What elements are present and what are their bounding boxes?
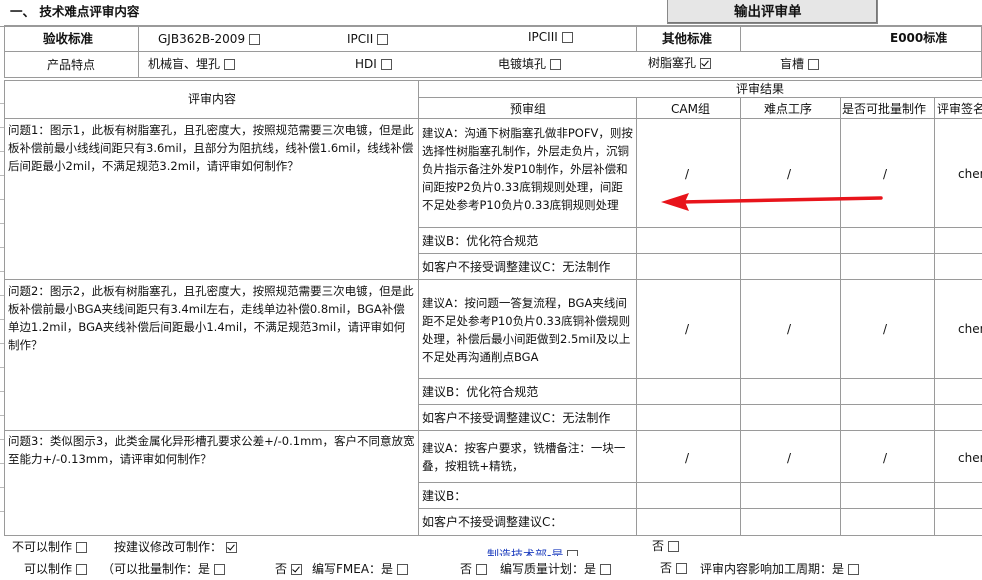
col-header-cam: CAM组 — [671, 102, 710, 116]
batch-note[interactable]: （可以批量制作：是 — [102, 562, 226, 576]
col-header-process: 难点工序 — [764, 102, 813, 116]
resin-plug-checkbox[interactable] — [700, 58, 712, 69]
gjb362b-checkbox[interactable] — [249, 34, 261, 45]
other-standard-label: 其他标准 — [662, 31, 713, 46]
q2-cam-value: / — [685, 322, 690, 336]
question-3: 问题3：类似图示3，此类金属化异形槽孔要求公差+/-0.1mm，客户不同意放宽至… — [8, 434, 415, 466]
blind-slot-checkbox[interactable] — [808, 59, 820, 70]
dept-checkbox[interactable] — [567, 550, 579, 556]
q1-process-value: / — [787, 167, 792, 181]
feature-blind-slot[interactable]: 盲槽 — [780, 57, 820, 71]
acceptance-label: 验收标准 — [43, 31, 94, 46]
standard-ipciii[interactable]: IPCIII — [528, 30, 573, 44]
question-1: 问题1：图示1，此板有树脂塞孔，且孔密度大，按照规范需要三次电镀，但是此板补偿前… — [8, 123, 414, 173]
q2-suggestion-b: 建议B：优化符合规范 — [422, 385, 539, 399]
q3-suggestion-b: 建议B： — [422, 489, 467, 503]
other-standard-value: E000标准 — [890, 31, 948, 45]
features-label: 产品特点 — [47, 58, 96, 72]
quality-plan-no[interactable]: 否 — [660, 561, 688, 575]
q1-cam-value: / — [685, 167, 690, 181]
quality-plan-yes-checkbox[interactable] — [600, 564, 612, 575]
modify-make-checkbox[interactable] — [226, 542, 238, 553]
q3-process-value: / — [787, 451, 792, 465]
can-make-checkbox[interactable] — [76, 564, 88, 575]
fmea-no-checkbox[interactable] — [476, 564, 488, 575]
feature-plating-fill[interactable]: 电镀填孔 — [498, 57, 562, 71]
dept-link[interactable]: 制造技术部-是 — [487, 548, 579, 556]
feature-resin-plug[interactable]: 树脂塞孔 — [648, 56, 712, 70]
ipcii-checkbox[interactable] — [377, 34, 389, 45]
q3-signature: chen — [958, 451, 982, 465]
col-header-prereview: 预审组 — [510, 102, 547, 116]
standard-gjb362b[interactable]: GJB362B-2009 — [158, 32, 261, 46]
acceptance-row — [4, 25, 982, 52]
section-title: 一、 技术难点评审内容 — [10, 4, 140, 19]
col-header-batch: 是否可批量制作 — [842, 102, 927, 116]
quality-plan-option[interactable]: 编写质量计划：是 — [500, 562, 612, 576]
q1-suggestion-b: 建议B：优化符合规范 — [422, 234, 539, 248]
fmea-yes-checkbox[interactable] — [397, 564, 409, 575]
cannot-make[interactable]: 不可以制作 — [12, 540, 88, 554]
top-no-option[interactable]: 否 — [652, 539, 680, 553]
feature-hdi[interactable]: HDI — [355, 57, 392, 71]
output-review-button[interactable]: 输出评审单 — [667, 0, 878, 24]
q1-batch-value: / — [883, 167, 888, 181]
review-result-header: 评审结果 — [736, 82, 785, 96]
q2-suggestion-c: 如客户不接受调整建议C：无法制作 — [422, 411, 611, 425]
ipciii-checkbox[interactable] — [561, 32, 573, 43]
batch-no[interactable]: 否 — [275, 562, 303, 576]
cannot-make-checkbox[interactable] — [76, 542, 88, 553]
q3-batch-value: / — [883, 451, 888, 465]
q2-suggestion-a: 建议A：按问题一答复流程，BGA夹线间距不足处参考P10负片0.33底铜补偿规则… — [422, 296, 631, 364]
top-no-checkbox[interactable] — [668, 541, 680, 552]
q1-suggestion-a: 建议A：沟通下树脂塞孔做非POFV，则按选择性树脂塞孔制作，外层走负片，沉铜负片… — [422, 126, 633, 212]
fmea-no[interactable]: 否 — [460, 562, 488, 576]
red-arrow-annotation — [661, 193, 883, 211]
q2-process-value: / — [787, 322, 792, 336]
can-make[interactable]: 可以制作 — [24, 562, 88, 576]
plating-fill-checkbox[interactable] — [550, 59, 562, 70]
mechanical-blind-checkbox[interactable] — [224, 59, 236, 70]
q1-signature: chen — [958, 167, 982, 181]
batch-yes-checkbox[interactable] — [214, 564, 226, 575]
quality-plan-no-checkbox[interactable] — [676, 563, 688, 574]
row-gutter-marks — [0, 80, 4, 535]
modify-make[interactable]: 按建议修改可制作： — [114, 540, 238, 554]
q2-batch-value: / — [883, 322, 888, 336]
fmea-option[interactable]: 编写FMEA：是 — [312, 562, 409, 576]
col-header-signature: 评审签名 — [937, 102, 982, 116]
batch-no-checkbox[interactable] — [291, 564, 303, 575]
review-content-header: 评审内容 — [188, 92, 237, 106]
standard-ipcii[interactable]: IPCII — [347, 32, 389, 46]
q3-suggestion-a: 建议A：按客户要求，铣槽备注：一块一叠，按粗铣+精铣， — [422, 441, 626, 473]
cycle-yes-checkbox[interactable] — [848, 564, 860, 575]
q3-cam-value: / — [685, 451, 690, 465]
q2-signature: chen — [958, 322, 982, 336]
hdi-checkbox[interactable] — [380, 59, 392, 70]
q3-suggestion-c: 如客户不接受调整建议C： — [422, 515, 563, 529]
q1-suggestion-c: 如客户不接受调整建议C：无法制作 — [422, 260, 611, 274]
question-2: 问题2：图示2，此板有树脂塞孔，且孔密度大，按照规范需要三次电镀，但是此板补偿前… — [8, 284, 414, 352]
feature-mechanical-blind[interactable]: 机械盲、埋孔 — [148, 57, 236, 71]
cycle-impact-option[interactable]: 评审内容影响加工周期：是 — [700, 562, 860, 576]
